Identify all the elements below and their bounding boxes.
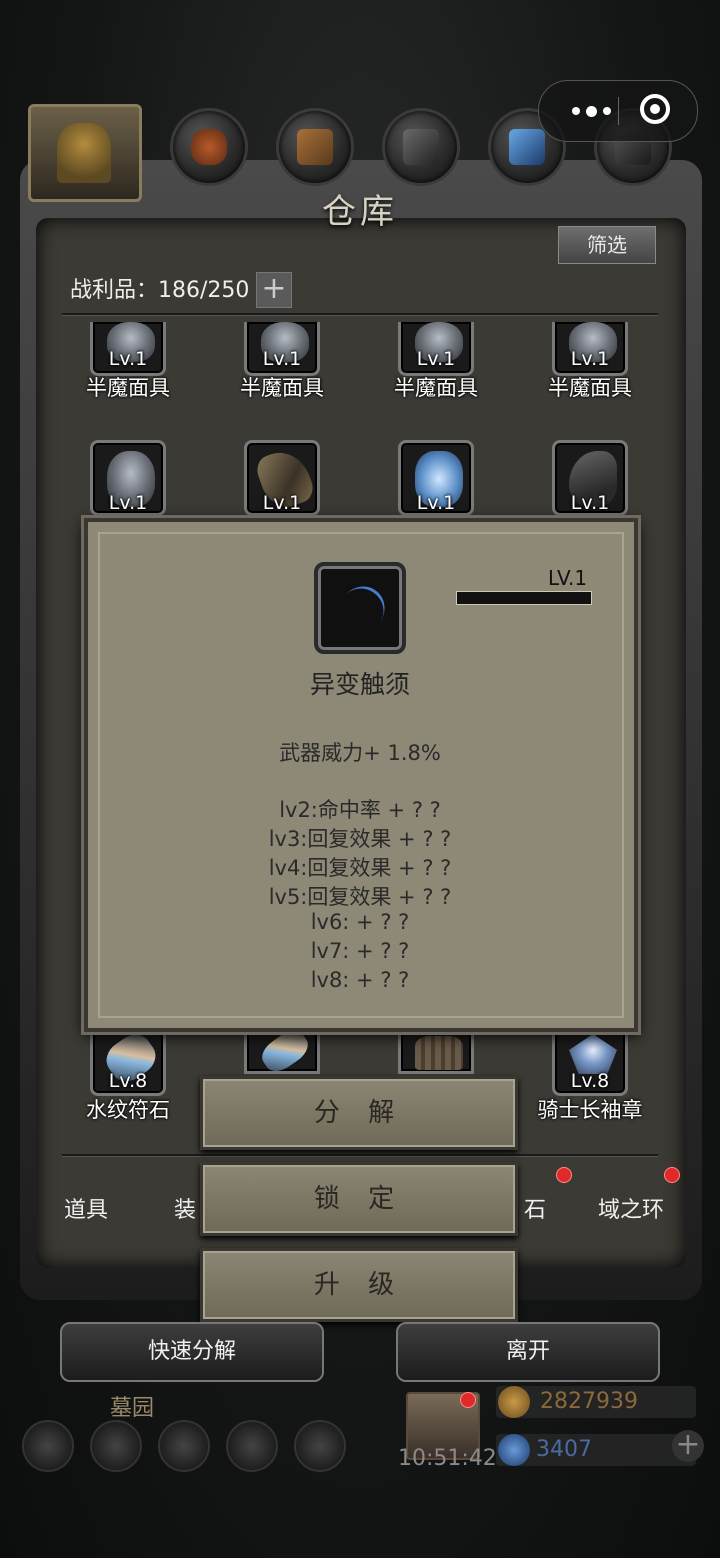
rune-stone-icon <box>256 1024 314 1078</box>
page-title: 仓库 <box>322 192 398 232</box>
settings-icon[interactable] <box>22 1420 74 1472</box>
planks-icon <box>297 129 333 165</box>
item-name-title: 异变触须 <box>309 670 410 699</box>
tab-stones[interactable]: 石 <box>524 1192 546 1224</box>
tab-items[interactable]: 道具 <box>64 1192 108 1224</box>
stat-line: lv5:回复效果 + ? ? <box>268 885 452 909</box>
mail-icon[interactable] <box>226 1420 278 1472</box>
location-label: 墓园 <box>110 1396 155 1421</box>
item-level: Lv.1 <box>108 492 148 514</box>
item-name: 半魔面具 <box>548 376 632 400</box>
item-level: Lv.1 <box>416 492 456 514</box>
item-level: Lv.1 <box>570 348 610 370</box>
category-tab-active[interactable] <box>28 104 142 202</box>
achievement-icon[interactable] <box>90 1420 142 1472</box>
item-name: 半魔面具 <box>394 376 478 400</box>
upgrade-button[interactable]: 升 级 <box>200 1248 518 1322</box>
item-level: Lv.8 <box>570 1070 610 1092</box>
add-currency-button[interactable]: + <box>672 1430 704 1462</box>
main-stat: 武器威力+ 1.8% <box>279 741 441 765</box>
item-slot <box>244 1024 320 1078</box>
expand-capacity-button[interactable]: + <box>256 272 292 308</box>
armband-icon <box>569 1034 617 1074</box>
stat-line: lv7: + ? ? <box>310 939 410 963</box>
item-level: Lv.8 <box>108 1070 148 1092</box>
stat-line: lv2:命中率 + ? ? <box>279 798 441 822</box>
stat-line: lv6: + ? ? <box>310 910 410 934</box>
notification-dot <box>664 1167 680 1183</box>
item-name: 骑士长袖章 <box>537 1098 643 1122</box>
crystal-icon <box>509 129 545 165</box>
leave-button[interactable]: 离开 <box>396 1322 660 1382</box>
exp-progress-bar <box>456 591 592 605</box>
item-level: Lv.1 <box>108 348 148 370</box>
gem-amount: 3407 <box>536 1437 592 1462</box>
category-tab-gloves[interactable] <box>170 108 248 186</box>
gem-icon <box>498 1434 530 1466</box>
tentacle-icon <box>314 562 406 654</box>
tabs-divider <box>62 1154 658 1156</box>
item-level: Lv.1 <box>416 348 456 370</box>
item-slot <box>398 1030 474 1074</box>
more-menu-button[interactable] <box>561 101 621 121</box>
category-tab-wood[interactable] <box>276 108 354 186</box>
character-icon[interactable] <box>158 1420 210 1472</box>
stat-line: lv3:回复效果 + ? ? <box>268 827 452 851</box>
category-tab-stone[interactable] <box>382 108 460 186</box>
close-miniprogram-icon[interactable] <box>640 94 670 124</box>
stat-line: lv4:回复效果 + ? ? <box>268 856 452 880</box>
item-level: Lv.1 <box>262 492 302 514</box>
tab-domain-rings[interactable]: 域之环 <box>598 1192 664 1224</box>
gloves-icon <box>191 129 227 165</box>
quick-decompose-button[interactable]: 快速分解 <box>60 1322 324 1382</box>
map-icon[interactable] <box>294 1420 346 1472</box>
item-name: 半魔面具 <box>240 376 324 400</box>
loot-count: 战利品：186/250 <box>70 278 250 303</box>
stat-line: lv8: + ? ? <box>310 968 410 992</box>
shell-icon <box>415 1036 463 1070</box>
lock-button[interactable]: 锁 定 <box>200 1162 518 1236</box>
item-level: Lv.1 <box>262 348 302 370</box>
item-name: 水纹符石 <box>86 1098 170 1122</box>
item-level-label: LV.1 <box>548 566 588 590</box>
clock: 10:51:42 <box>398 1446 497 1471</box>
notification-dot <box>460 1392 476 1408</box>
gold-amount: 2827939 <box>540 1389 638 1414</box>
header-divider <box>62 313 658 315</box>
notification-dot <box>556 1167 572 1183</box>
item-level: Lv.1 <box>570 492 610 514</box>
filter-button[interactable]: 筛选 <box>558 226 656 264</box>
helmet-icon <box>57 123 111 183</box>
capsule-divider <box>618 97 619 125</box>
item-name: 半魔面具 <box>86 376 170 400</box>
decompose-button[interactable]: 分 解 <box>200 1076 518 1150</box>
miniprogram-capsule <box>538 80 698 142</box>
tab-equipment[interactable]: 装 <box>174 1192 196 1224</box>
stone-icon <box>403 129 439 165</box>
gold-coin-icon <box>498 1386 530 1418</box>
